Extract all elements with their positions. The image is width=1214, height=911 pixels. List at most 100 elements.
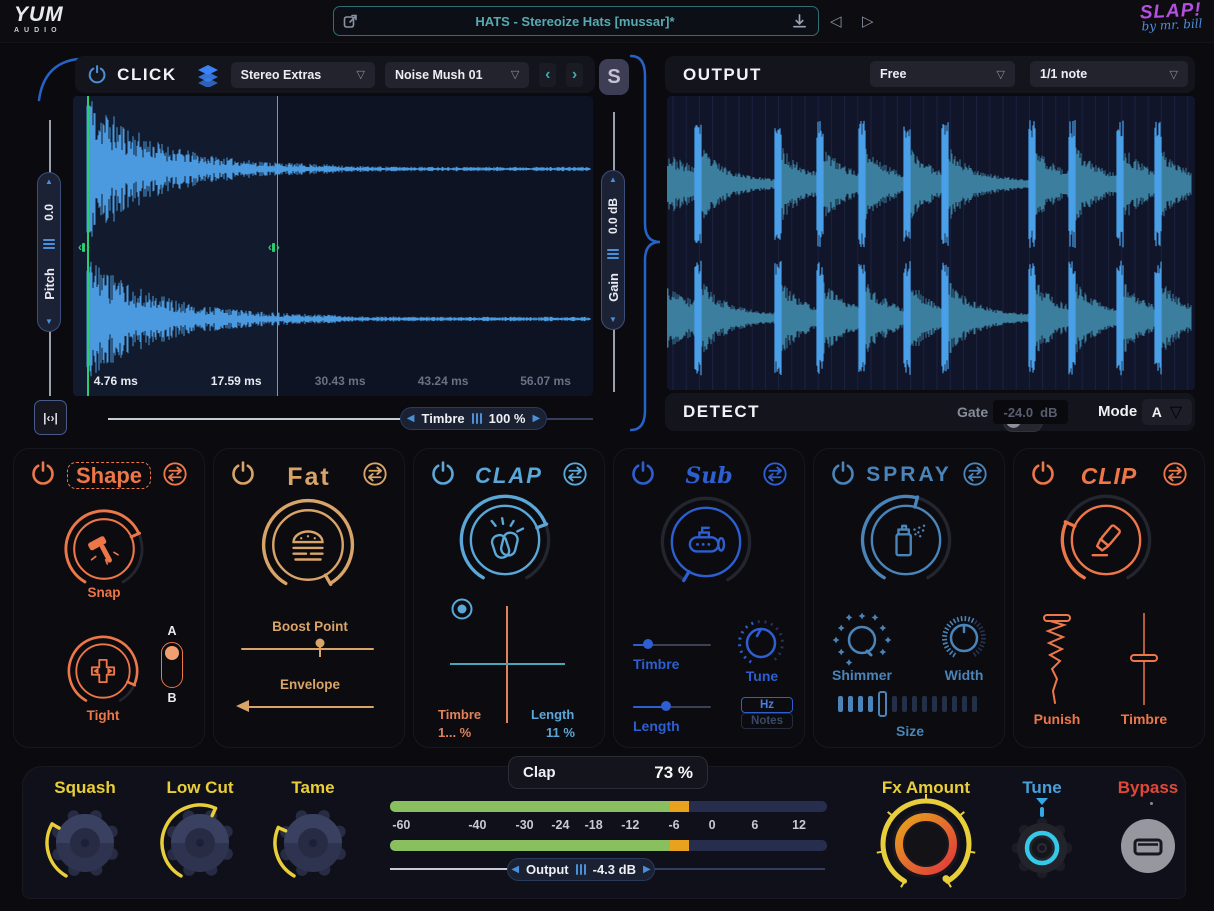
slap-pad-icon <box>1133 835 1163 857</box>
ab-label-b: B <box>163 691 181 705</box>
boost-point-handle[interactable] <box>312 637 328 659</box>
timbre-slider-track-right <box>547 418 593 420</box>
download-icon[interactable] <box>788 10 810 32</box>
time-label: 4.76 ms <box>94 374 138 388</box>
mode-dropdown[interactable]: A▽ <box>1142 399 1192 425</box>
chevron-down-icon: ▽ <box>997 68 1005 81</box>
module-spray: SPRAY Shimmer Width Size <box>813 448 1005 748</box>
preset-browser[interactable]: HATS - Stereoize Hats [mussar]* <box>333 6 819 36</box>
bypass-button[interactable] <box>1121 819 1175 873</box>
output-header: OUTPUT Free▽ 1/1 note▽ <box>665 56 1195 93</box>
timbre-slider-track[interactable] <box>108 418 400 420</box>
mode-label: Mode <box>1098 403 1137 420</box>
drag-ticks-icon <box>472 413 482 424</box>
clip-knob[interactable] <box>1051 485 1161 595</box>
sub-timbre-label: Timbre <box>633 656 679 672</box>
top-bar: YUM AUDIO HATS - Stereoize Hats [mussar]… <box>0 0 1214 43</box>
width-knob[interactable] <box>935 609 993 667</box>
drag-ticks-icon <box>607 249 619 259</box>
pitch-slider-handle[interactable]: ▲ 0.0 Pitch ▼ <box>37 172 61 332</box>
plugin-window: YUM AUDIO HATS - Stereoize Hats [mussar]… <box>0 0 1214 911</box>
meter-top <box>390 801 827 812</box>
spray-randomize-button[interactable] <box>962 461 988 487</box>
bypass-pointer-dot <box>1150 802 1153 805</box>
punish-slider[interactable] <box>1040 609 1074 709</box>
shimmer-label: Shimmer <box>824 667 900 683</box>
clap-randomize-button[interactable] <box>562 461 588 487</box>
envelope-slider[interactable] <box>241 706 374 708</box>
chevron-down-icon: ▽ <box>357 68 365 81</box>
sub-length-label: Length <box>633 718 680 734</box>
clap-mode-radio[interactable] <box>450 597 474 621</box>
tune-label: Tune <box>1012 778 1072 798</box>
envelope-handle[interactable] <box>234 698 252 714</box>
sub-length-handle[interactable] <box>661 701 671 711</box>
tooltip-value: 73 % <box>654 763 693 783</box>
fat-randomize-button[interactable] <box>362 461 388 487</box>
clip-timbre-handle[interactable] <box>1131 655 1157 661</box>
shimmer-knob[interactable] <box>831 609 893 671</box>
spray-knob[interactable] <box>851 485 961 595</box>
meter-scale: -60 -40 -30 -24 -18 -12 -6 0 6 12 <box>390 818 827 834</box>
sub-unit-notes-toggle[interactable]: Notes <box>741 713 793 729</box>
shape-randomize-button[interactable] <box>162 461 188 487</box>
sub-randomize-button[interactable] <box>762 461 788 487</box>
sample-next-button[interactable]: › <box>566 63 583 87</box>
zoom-range-button[interactable]: |‹›| <box>34 400 67 435</box>
click-waveform-display: ‹› ‹› 4.76 ms 17.59 ms 30.43 ms 43.24 ms… <box>73 96 593 396</box>
solo-button[interactable]: S <box>599 59 629 95</box>
start-marker-handle[interactable]: ‹› <box>78 240 89 254</box>
sync-mode-dropdown[interactable]: Free▽ <box>870 61 1015 87</box>
fx-amount-knob[interactable] <box>876 794 976 894</box>
triangle-up-icon: ▲ <box>45 178 53 186</box>
note-value-dropdown[interactable]: 1/1 note▽ <box>1030 61 1188 87</box>
drag-ticks-icon <box>43 239 55 249</box>
sub-unit-hz-toggle[interactable]: Hz <box>741 697 793 713</box>
clap-xy-y-axis[interactable] <box>450 663 565 665</box>
clip-timbre-slider[interactable] <box>1127 609 1161 709</box>
size-label: Size <box>872 723 948 739</box>
export-icon[interactable] <box>340 10 362 32</box>
click-power-button[interactable] <box>87 63 107 87</box>
clap-knob[interactable] <box>450 485 560 595</box>
gain-slider-handle[interactable]: ▲ 0.0 dB Gain ▼ <box>601 170 625 330</box>
sample-prev-button[interactable]: ‹ <box>539 63 556 87</box>
ab-label-a: A <box>163 624 181 638</box>
squash-knob[interactable] <box>43 801 127 885</box>
sub-tune-knob[interactable] <box>735 617 787 669</box>
click-sample-dropdown[interactable]: Noise Mush 01▽ <box>385 62 529 88</box>
low-cut-knob[interactable] <box>158 801 242 885</box>
preset-name[interactable]: HATS - Stereoize Hats [mussar]* <box>362 14 788 29</box>
timbre-slider-handle[interactable]: ◀ Timbre 100 % ▶ <box>400 407 547 430</box>
tame-knob[interactable] <box>271 801 355 885</box>
sub-timbre-handle[interactable] <box>643 639 653 649</box>
ab-toggle[interactable] <box>161 642 183 688</box>
squash-label: Squash <box>35 778 135 798</box>
timbre-label: Timbre <box>422 411 465 426</box>
punish-handle[interactable] <box>1044 615 1070 621</box>
output-slider-handle[interactable]: ◀ Output -4.3 dB ▶ <box>507 858 655 881</box>
clip-randomize-button[interactable] <box>1162 461 1188 487</box>
output-slider-track[interactable] <box>390 868 508 870</box>
tune-knob[interactable] <box>1011 817 1073 879</box>
punish-label: Punish <box>1022 711 1092 727</box>
fat-knob[interactable] <box>252 489 364 601</box>
tune-pointer-icon <box>1036 798 1048 805</box>
layers-icon[interactable] <box>195 63 221 87</box>
preset-next-button[interactable]: ▷ <box>862 12 874 30</box>
clap-y-value: 11 % <box>546 725 575 740</box>
output-gain-value: -4.3 dB <box>593 862 636 877</box>
output-title: OUTPUT <box>683 65 762 85</box>
boost-point-slider[interactable] <box>241 648 374 650</box>
click-layer-dropdown[interactable]: Stereo Extras▽ <box>231 62 375 88</box>
width-label: Width <box>926 667 1002 683</box>
gate-threshold-field[interactable]: -24.0dB <box>993 400 1068 424</box>
tight-knob[interactable] <box>60 628 146 714</box>
snap-knob[interactable] <box>56 501 152 597</box>
sub-tune-label: Tune <box>742 668 782 684</box>
end-marker-handle[interactable]: ‹› <box>268 240 279 254</box>
arrow-left-icon: ◀ <box>407 413 415 424</box>
preset-prev-button[interactable]: ◁ <box>830 12 842 30</box>
sub-knob[interactable] <box>651 487 761 597</box>
size-slider[interactable] <box>838 691 983 717</box>
